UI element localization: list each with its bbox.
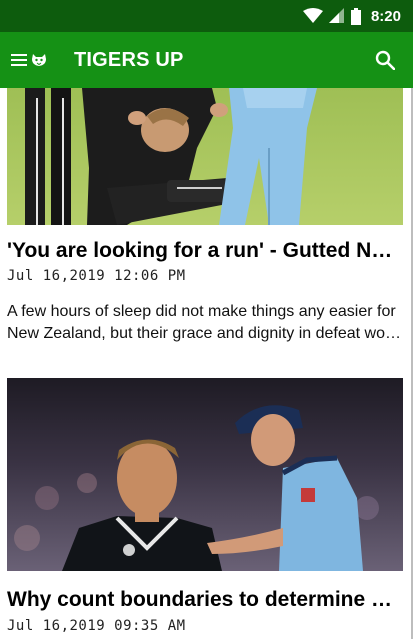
app-bar: TIGERS UP <box>0 32 413 88</box>
app-title: TIGERS UP <box>74 48 184 71</box>
article-headline[interactable]: Why count boundaries to determine who wi… <box>7 588 403 612</box>
article-headline[interactable]: 'You are looking for a run' - Gutted New… <box>7 239 403 263</box>
status-bar: 8:20 <box>0 0 413 32</box>
battery-icon <box>350 7 361 25</box>
article-card[interactable]: 'You are looking for a run' - Gutted New… <box>0 88 413 350</box>
article-image[interactable] <box>7 88 403 225</box>
tiger-logo-icon <box>32 54 46 66</box>
article-card[interactable]: Why count boundaries to determine who wi… <box>0 378 413 639</box>
wifi-icon <box>302 8 323 23</box>
news-feed[interactable]: 'You are looking for a run' - Gutted New… <box>0 88 413 639</box>
menu-icon <box>11 54 27 66</box>
article-image[interactable] <box>7 378 403 571</box>
article-excerpt[interactable]: A few hours of sleep did not make things… <box>7 301 403 345</box>
search-icon <box>375 50 395 70</box>
search-button[interactable] <box>371 46 399 74</box>
drawer-toggle-button[interactable] <box>0 32 58 88</box>
article-timestamp: Jul 16,2019 09:35 AM <box>7 618 186 634</box>
article-timestamp: Jul 16,2019 12:06 PM <box>7 268 186 284</box>
status-time: 8:20 <box>370 7 401 25</box>
cellular-signal-icon <box>328 8 344 23</box>
